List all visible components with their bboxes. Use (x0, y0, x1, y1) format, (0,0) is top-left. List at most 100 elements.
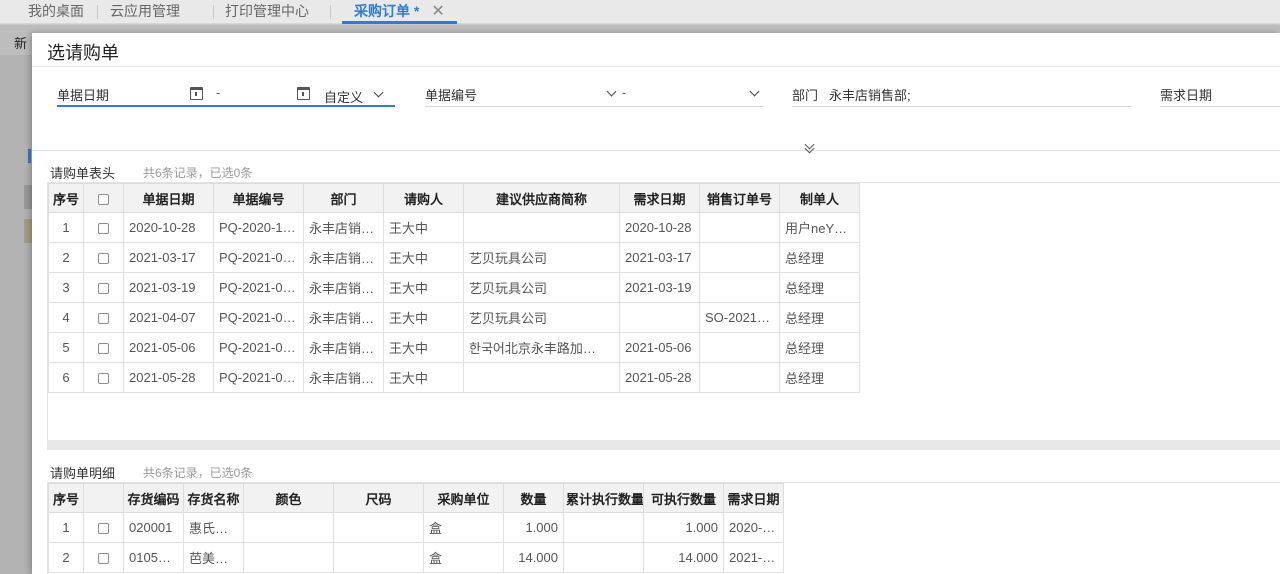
doc-number-filter[interactable]: 单据编号 - (425, 83, 763, 107)
sales-order-number-cell (699, 242, 780, 273)
tab-cloud-app-management[interactable]: 云应用管理 (110, 0, 180, 24)
row-number-cell: 4 (48, 302, 84, 333)
department-cell: 永丰店销… (303, 212, 384, 243)
row-number-cell: 5 (48, 332, 84, 363)
header-table: 序号 单据日期 单据编号 部门 请购人 建议供应商简称 需求日期 销售订单号 制… (48, 183, 860, 393)
tab-my-desktop[interactable]: 我的桌面 (28, 0, 84, 24)
row-select-cell[interactable] (83, 332, 124, 363)
row-select-cell[interactable] (83, 542, 124, 573)
size-cell (333, 512, 424, 543)
table-row[interactable]: 2 2021-03-17 PQ-2021-0… 永丰店销… 王大中 艺贝玩具公司 2021-… (48, 242, 860, 273)
column-header[interactable]: 累计执行数量 (563, 483, 644, 513)
need-date-label: 需求日期 (1160, 88, 1213, 103)
column-header[interactable]: 可执行数量 (643, 483, 724, 513)
maker-cell: 总经理 (779, 362, 860, 393)
calendar-icon[interactable] (190, 87, 203, 100)
column-header[interactable]: 存货编码 (123, 483, 184, 513)
select-all-cell[interactable] (83, 483, 124, 513)
calendar-icon[interactable] (297, 87, 310, 100)
select-all-checkbox[interactable] (98, 193, 109, 205)
column-header[interactable]: 制单人 (779, 183, 860, 213)
column-header[interactable]: 单据日期 (123, 183, 214, 213)
chevron-down-icon[interactable] (606, 85, 618, 99)
column-header[interactable]: 部门 (303, 183, 384, 213)
column-header[interactable]: 序号 (48, 183, 84, 213)
maker-cell: 总经理 (779, 242, 860, 273)
chevron-down-icon[interactable] (749, 85, 761, 99)
doc-date-cell: 2020-10-28 (123, 212, 214, 243)
requester-cell: 王大中 (383, 332, 464, 363)
column-header[interactable]: 单据编号 (213, 183, 304, 213)
column-header[interactable]: 颜色 (243, 483, 334, 513)
row-checkbox[interactable] (98, 253, 109, 265)
row-checkbox[interactable] (98, 313, 109, 325)
department-cell: 永丰店销… (303, 332, 384, 363)
maker-cell: 总经理 (779, 272, 860, 303)
row-checkbox[interactable] (98, 523, 109, 535)
row-select-cell[interactable] (83, 302, 124, 333)
department-cell: 永丰店销… (303, 302, 384, 333)
need-date-filter[interactable]: 需求日期 (1160, 83, 1280, 107)
column-header[interactable]: 需求日期 (723, 483, 784, 513)
date-mode-select[interactable]: 自定义 (324, 87, 363, 106)
column-header[interactable]: 请购人 (383, 183, 464, 213)
need-date-cell: 2021-03-19 (619, 272, 700, 303)
horizontal-scrollbar[interactable] (47, 440, 1280, 450)
row-checkbox[interactable] (98, 283, 109, 295)
color-cell (243, 512, 334, 543)
tab-purchase-order-label: 采购订单 * (354, 3, 420, 19)
table-row[interactable]: 2 0105… 芭美… 盒 14.000 14.000 2021-… (48, 542, 784, 573)
column-header[interactable]: 序号 (48, 483, 84, 513)
need-date-cell: 2021-05-28 (619, 362, 700, 393)
column-header[interactable]: 销售订单号 (699, 183, 780, 213)
tab-print-management[interactable]: 打印管理中心 (225, 0, 309, 24)
row-select-cell[interactable] (83, 212, 124, 243)
department-filter[interactable]: 部门 永丰店销售部; (792, 83, 1131, 107)
row-checkbox[interactable] (98, 223, 109, 235)
select-requisition-dialog: 选请购单 单据日期 - 自定义 单据编号 - 部门 永丰店销售部; 需求日期 请… (32, 33, 1280, 574)
column-header[interactable]: 尺码 (333, 483, 424, 513)
filter-divider (32, 150, 1280, 151)
row-select-cell[interactable] (83, 362, 124, 393)
row-select-cell[interactable] (83, 512, 124, 543)
column-header[interactable]: 存货名称 (183, 483, 244, 513)
column-header[interactable]: 采购单位 (423, 483, 504, 513)
need-date-cell (619, 302, 700, 333)
table-row[interactable]: 4 2021-04-07 PQ-2021-0… 永丰店销… 王大中 艺贝玩具公司 SO-20… (48, 302, 860, 333)
maker-cell: 总经理 (779, 332, 860, 363)
row-checkbox[interactable] (98, 343, 109, 355)
supplier-cell: 한국어北京永丰路加… (463, 332, 620, 363)
item-name-cell: 芭美… (183, 542, 244, 573)
chevron-down-icon[interactable] (373, 86, 385, 100)
column-header[interactable]: 数量 (503, 483, 564, 513)
row-select-cell[interactable] (83, 272, 124, 303)
table-row[interactable]: 5 2021-05-06 PQ-2021-0… 永丰店销… 王大中 한국어北京永丰路加… 2… (48, 332, 860, 363)
expand-filters-icon[interactable] (795, 139, 825, 155)
top-tab-bar: 我的桌面 云应用管理 打印管理中心 采购订单 * ✕ (0, 0, 1280, 24)
executable-quantity-cell: 14.000 (643, 542, 724, 573)
select-all-cell[interactable] (83, 183, 124, 213)
sales-order-number-cell (699, 212, 780, 243)
close-icon[interactable]: ✕ (431, 3, 444, 20)
row-checkbox[interactable] (98, 553, 109, 565)
table-row[interactable]: 6 2021-05-28 PQ-2021-0… 永丰店销… 王大中 2021-05-28 总… (48, 362, 860, 393)
supplier-cell: 艺贝玩具公司 (463, 242, 620, 273)
table-row[interactable]: 3 2021-03-19 PQ-2021-0… 永丰店销… 王大中 艺贝玩具公司 2021-… (48, 272, 860, 303)
table-row[interactable]: 1 2020-10-28 PQ-2020-1… 永丰店销… 王大中 2020-10-28 用… (48, 212, 860, 243)
row-checkbox[interactable] (98, 373, 109, 385)
quantity-cell: 14.000 (503, 542, 564, 573)
tab-purchase-order[interactable]: 采购订单 * ✕ (342, 0, 457, 24)
need-date-cell: 2020-10-28 (619, 212, 700, 243)
doc-date-cell: 2021-03-17 (123, 242, 214, 273)
date-range-filter[interactable]: 单据日期 - 自定义 (57, 83, 395, 107)
column-header[interactable]: 需求日期 (619, 183, 700, 213)
supplier-cell: 艺贝玩具公司 (463, 272, 620, 303)
detail-table-header-row: 序号 存货编码 存货名称 颜色 尺码 采购单位 数量 累计执行数量 可执行数量 … (48, 483, 784, 513)
table-row[interactable]: 1 020001 惠氏… 盒 1.000 1.000 2020-… (48, 512, 784, 543)
sales-order-number-cell: SO-2021… (699, 302, 780, 333)
row-select-cell[interactable] (83, 242, 124, 273)
header-section-count: 共6条记录，已选0条 (143, 166, 253, 180)
purchase-unit-cell: 盒 (423, 542, 504, 573)
department-cell: 永丰店销… (303, 242, 384, 273)
column-header[interactable]: 建议供应商简称 (463, 183, 620, 213)
